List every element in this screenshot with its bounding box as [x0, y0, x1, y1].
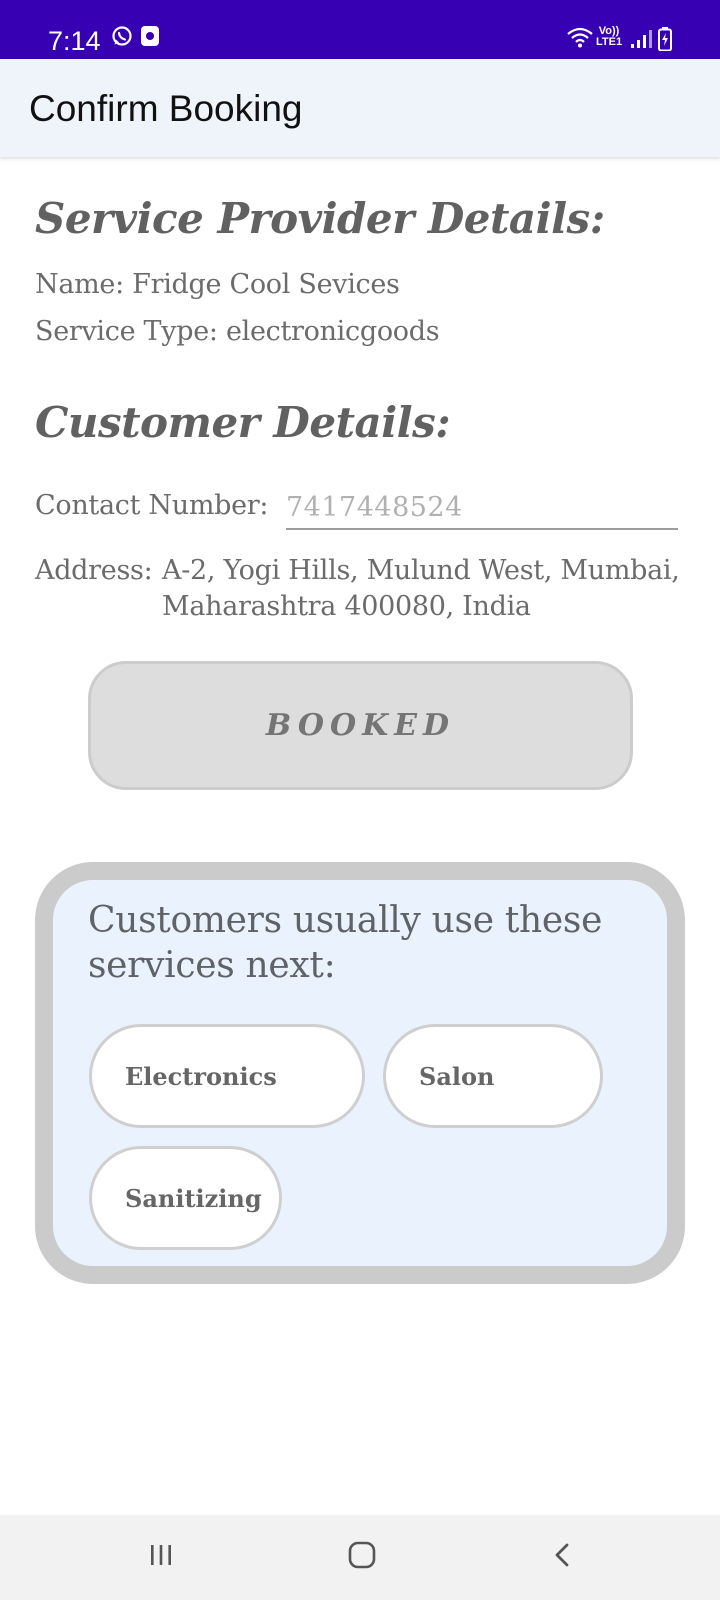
- provider-service-type: Service Type: electronicgoods: [35, 316, 440, 347]
- chip-sanitizing[interactable]: Sanitizing: [89, 1146, 282, 1250]
- back-button[interactable]: [543, 1537, 583, 1577]
- status-bar: 7:14 Vo)) LTE1: [0, 0, 720, 59]
- chip-label: Salon: [419, 1061, 495, 1091]
- provider-heading: Service Provider Details:: [35, 194, 605, 243]
- chip-label: Electronics: [125, 1061, 277, 1091]
- suggestions-card: Customers usually use these services nex…: [35, 862, 685, 1284]
- chip-label: Sanitizing: [125, 1183, 262, 1213]
- back-icon: [549, 1541, 577, 1573]
- battery-charging-icon: [658, 27, 672, 55]
- signal-icon: [630, 29, 652, 53]
- status-time: 7:14: [48, 26, 101, 56]
- customer-heading: Customer Details:: [35, 398, 451, 447]
- wifi-icon: [566, 26, 594, 52]
- message-icon: [140, 25, 160, 51]
- app-bar: Confirm Booking: [0, 59, 720, 157]
- recents-icon: [147, 1541, 175, 1573]
- booked-button[interactable]: BOOKED: [88, 661, 633, 790]
- volte-indicator: Vo)) LTE1: [596, 25, 623, 48]
- whatsapp-icon: [111, 25, 133, 51]
- suggestions-title: Customers usually use these services nex…: [88, 900, 603, 986]
- home-button[interactable]: [342, 1537, 382, 1577]
- contact-number-field[interactable]: [286, 486, 678, 530]
- provider-name: Name: Fridge Cool Sevices: [35, 269, 400, 300]
- contact-number-label: Contact Number:: [35, 490, 269, 521]
- chip-electronics[interactable]: Electronics: [89, 1024, 365, 1128]
- page-title: Confirm Booking: [29, 88, 303, 129]
- navigation-bar: [0, 1515, 720, 1600]
- chip-salon[interactable]: Salon: [383, 1024, 603, 1128]
- recents-button[interactable]: [141, 1537, 181, 1577]
- address-label: Address:: [35, 555, 153, 586]
- address-value: A-2, Yogi Hills, Mulund West, Mumbai, Ma…: [162, 555, 680, 622]
- booked-button-label: BOOKED: [265, 708, 456, 743]
- home-icon: [347, 1540, 377, 1574]
